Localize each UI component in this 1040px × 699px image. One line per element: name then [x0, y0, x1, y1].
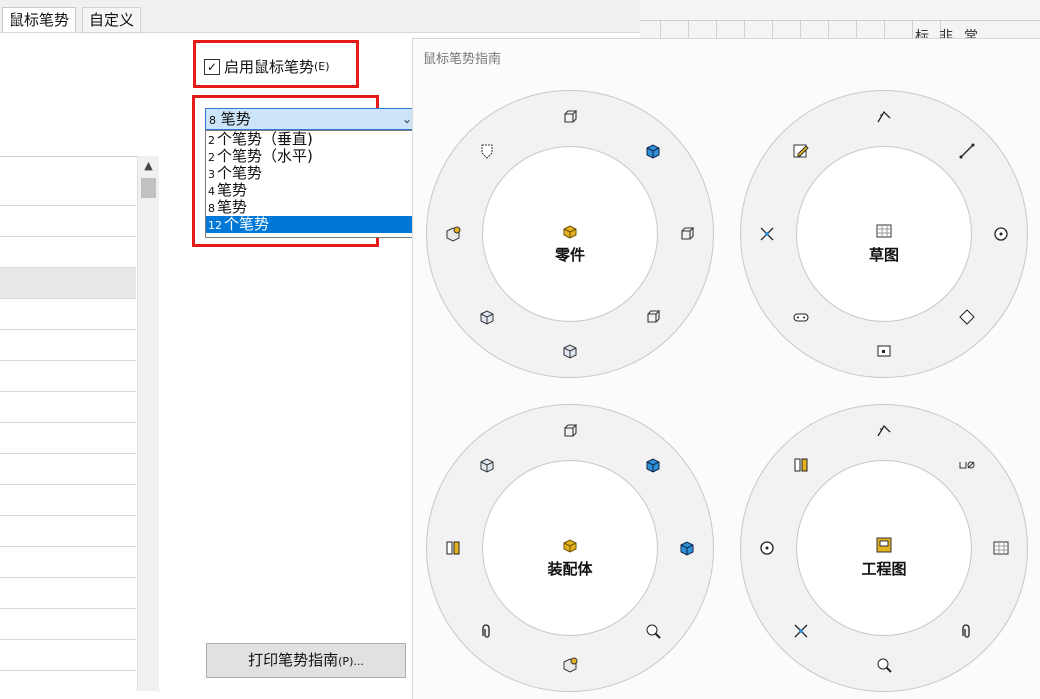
list-item[interactable] — [0, 423, 136, 454]
list-item[interactable] — [0, 454, 136, 485]
list-item[interactable] — [0, 609, 136, 640]
front-view-icon — [561, 422, 579, 440]
option-text: 笔势 — [217, 198, 248, 216]
option-text: 笔势 — [217, 181, 248, 199]
gesture-wheel-label: 装配体 — [547, 560, 593, 578]
detail-view-icon — [875, 656, 893, 674]
drawing-icon — [875, 536, 893, 554]
option-num: 2 — [208, 134, 215, 147]
enable-gestures-checkbox[interactable]: ✓ 启用鼠标笔势 (E) — [204, 56, 330, 78]
print-guide-label: 打印笔势指南 — [248, 651, 339, 669]
option-4[interactable]: 4 笔势 — [206, 182, 416, 199]
arc-icon — [875, 422, 893, 440]
arc-icon — [875, 108, 893, 126]
left-view-icon — [478, 308, 496, 326]
option-2-horizontal[interactable]: 2 个笔势（水平) — [206, 148, 416, 165]
select-value-text: 笔势 — [220, 110, 251, 128]
option-num: 4 — [208, 185, 215, 198]
scrollbar-thumb[interactable] — [141, 178, 156, 198]
edit-sketch-icon — [792, 142, 810, 160]
section-view-icon — [561, 656, 579, 674]
zoom-selection-icon — [644, 622, 662, 640]
print-guide-button[interactable]: 打印笔势指南(P)... — [206, 643, 406, 678]
option-text: 个笔势 — [224, 215, 270, 233]
right-side-view-icon — [644, 308, 662, 326]
guide-title: 鼠标笔势指南 — [423, 52, 502, 67]
option-8[interactable]: 8 笔势 — [206, 199, 416, 216]
fillet-icon — [792, 622, 810, 640]
list-item[interactable] — [0, 299, 136, 330]
circle-icon — [992, 225, 1010, 243]
list-item[interactable] — [0, 578, 136, 609]
part-icon — [561, 222, 579, 240]
annotation-icon — [958, 622, 976, 640]
option-2-vertical[interactable]: 2 个笔势（垂直) — [206, 131, 416, 148]
option-num: 12 — [208, 219, 222, 232]
scroll-up-icon[interactable]: ▲ — [138, 156, 159, 176]
option-text: 个笔势（水平) — [217, 147, 313, 165]
list-item[interactable] — [0, 330, 136, 361]
iso-view-icon — [644, 456, 662, 474]
hidden-lines-icon — [478, 142, 496, 160]
option-text: 个笔势 — [217, 164, 263, 182]
front-view-icon — [561, 108, 579, 126]
option-text: 个笔势（垂直) — [217, 130, 313, 148]
list-item[interactable] — [0, 392, 136, 423]
checkmark-icon[interactable]: ✓ — [204, 59, 220, 75]
option-num: 3 — [208, 168, 215, 181]
top-view-icon — [478, 456, 496, 474]
list-item[interactable] — [0, 237, 136, 268]
iso-view-icon — [644, 142, 662, 160]
insert-part-icon — [678, 539, 696, 557]
list-item[interactable] — [0, 206, 136, 237]
option-3[interactable]: 3 个笔势 — [206, 165, 416, 182]
chevron-down-icon[interactable]: ⌄ — [402, 109, 412, 129]
table-icon — [992, 539, 1010, 557]
print-guide-accel: (P)... — [338, 655, 364, 668]
list-header[interactable] — [0, 157, 136, 206]
enable-gestures-label: 启用鼠标笔势 — [224, 58, 315, 76]
slot-icon — [792, 308, 810, 326]
gesture-wheel-label: 工程图 — [861, 560, 907, 578]
gesture-wheel-label: 零件 — [554, 246, 585, 264]
polygon-icon — [958, 308, 976, 326]
option-12[interactable]: 12 个笔势 — [206, 216, 416, 233]
list-item[interactable] — [0, 485, 136, 516]
assembly-icon — [561, 536, 579, 554]
smart-dimension-icon — [958, 456, 976, 474]
trim-icon — [758, 225, 776, 243]
list-item[interactable] — [0, 268, 136, 299]
gesture-count-options[interactable]: 2 个笔势（垂直) 2 个笔势（水平) 3 个笔势 4 笔势 8 笔势 12 个笔势 — [205, 130, 417, 238]
tab-customize[interactable]: 自定义 — [82, 7, 142, 33]
mate-icon — [478, 622, 496, 640]
explode-icon — [444, 539, 462, 557]
header-grid: 标 非 常 — [640, 0, 1040, 45]
gesture-count-select[interactable]: 8 笔势 ⌄ — [205, 108, 417, 130]
enable-gestures-accel: (E) — [314, 60, 330, 73]
option-num: 8 — [208, 202, 215, 215]
list-item[interactable] — [0, 516, 136, 547]
weld-symbol-icon — [792, 456, 810, 474]
normal-to-icon — [444, 225, 462, 243]
balloon-icon — [758, 539, 776, 557]
rectangle-icon — [875, 342, 893, 360]
list-item[interactable] — [0, 361, 136, 392]
list-item[interactable] — [0, 547, 136, 578]
right-view-icon — [678, 225, 696, 243]
select-value-number: 8 — [209, 114, 216, 127]
bottom-view-icon — [561, 342, 579, 360]
line-icon — [958, 142, 976, 160]
vertical-scrollbar[interactable]: ▲ — [137, 156, 159, 691]
command-list[interactable] — [0, 156, 159, 692]
tab-mouse-gestures[interactable]: 鼠标笔势 — [2, 7, 77, 32]
gesture-wheel-label: 草图 — [868, 246, 899, 264]
sketch-icon — [875, 222, 893, 240]
list-item[interactable] — [0, 640, 136, 671]
option-num: 2 — [208, 151, 215, 164]
